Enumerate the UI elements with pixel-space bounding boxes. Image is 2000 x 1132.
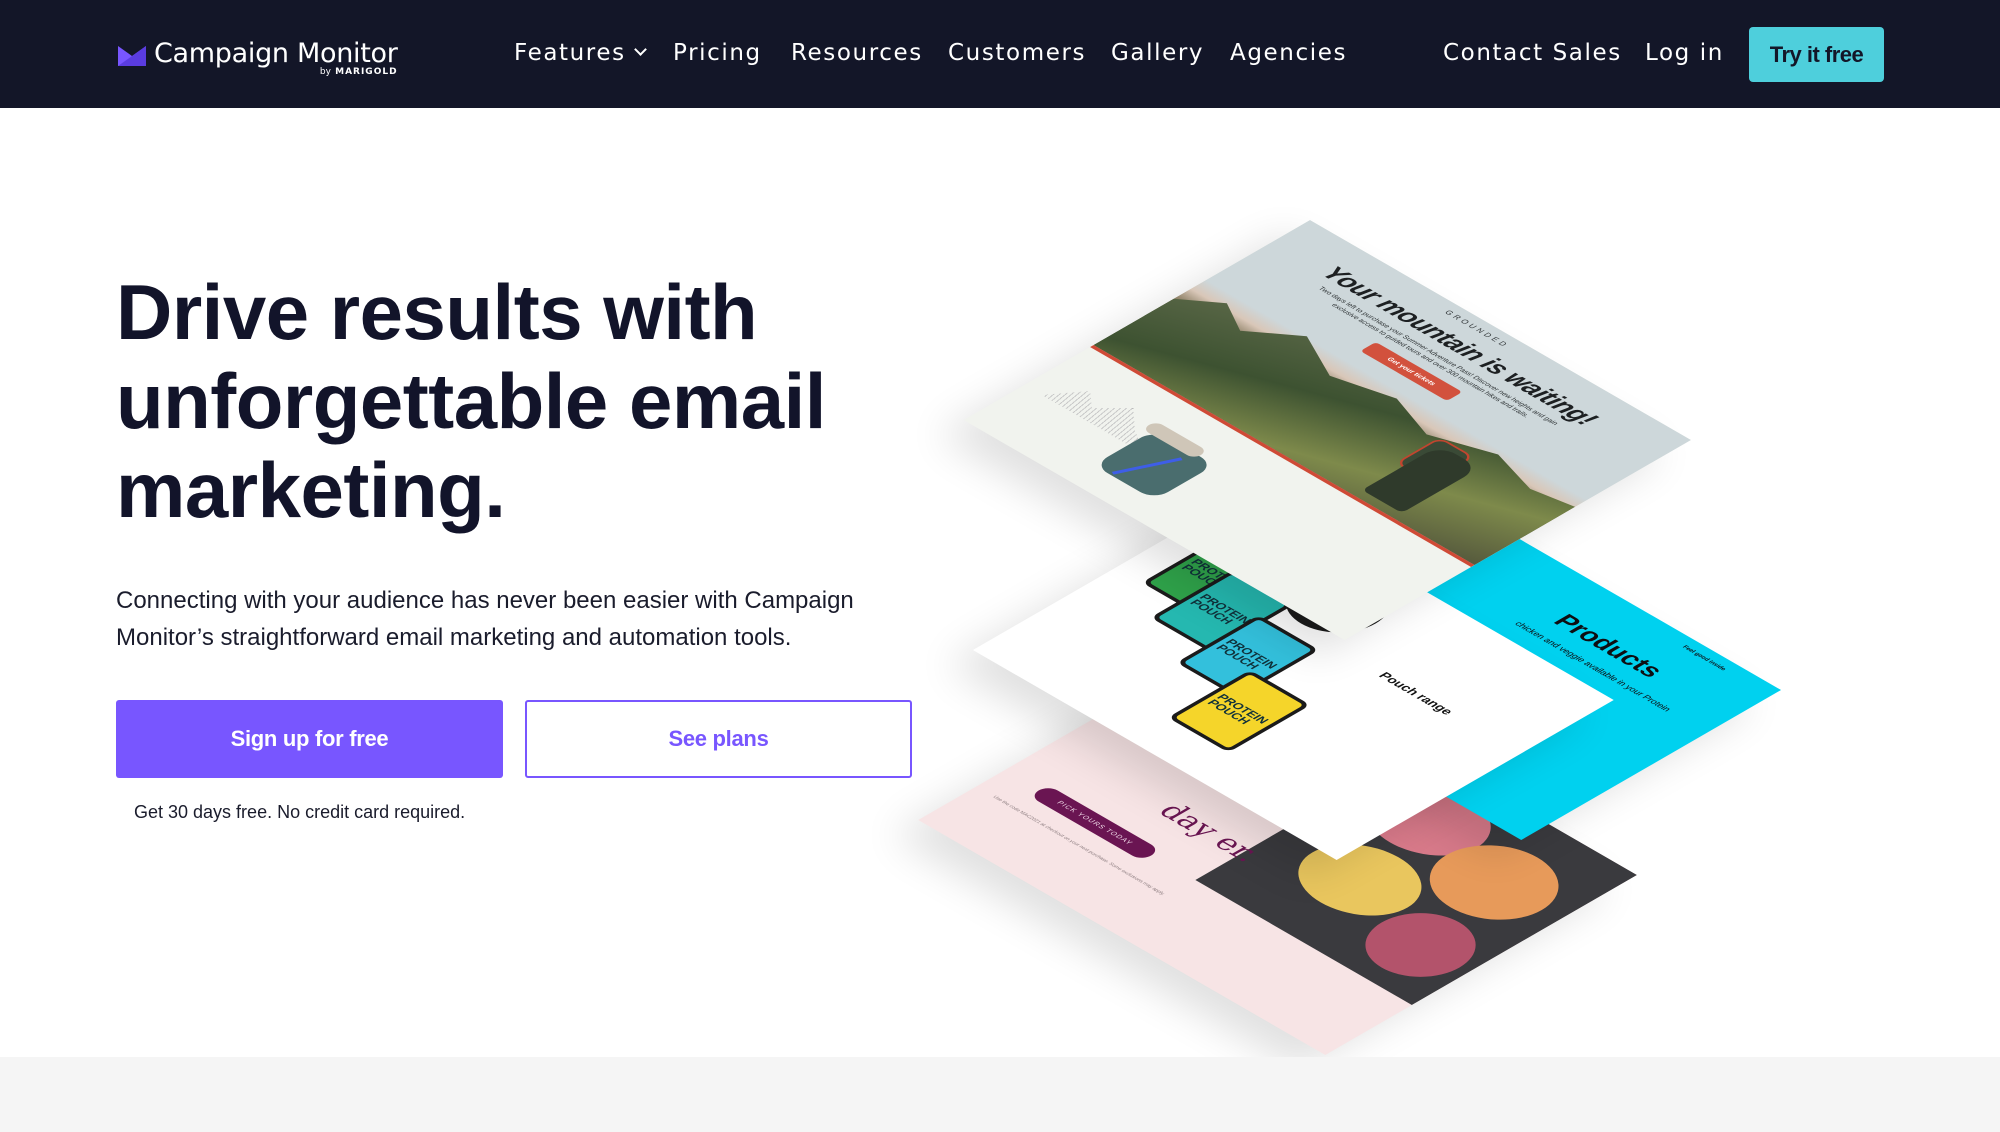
- nav-pricing[interactable]: Pricing: [673, 38, 762, 68]
- envelope-flag-icon: [118, 46, 146, 66]
- products-tag: Feel good inside: [1680, 644, 1727, 672]
- pick-yours-button: PICK YOURS TODAY: [1029, 784, 1161, 861]
- sign-up-button[interactable]: Sign up for free: [116, 700, 503, 778]
- brand-parent: by MARIGOLD: [319, 67, 398, 77]
- nav-agencies[interactable]: Agencies: [1230, 38, 1347, 68]
- hero-title: Drive results with unforgettable email m…: [116, 268, 826, 534]
- pouch-range-heading: Pouch range: [1375, 669, 1457, 717]
- try-it-free-button[interactable]: Try it free: [1749, 27, 1884, 82]
- see-plans-button[interactable]: See plans: [525, 700, 912, 778]
- backpack-image: [1093, 420, 1215, 500]
- nav-contact-sales[interactable]: Contact Sales: [1443, 38, 1622, 68]
- brand-name: Campaign Monitor: [154, 38, 398, 69]
- nav-resources[interactable]: Resources: [791, 38, 923, 68]
- email-templates-illustration: day er. PICK YOURS TODAY Use the code MA…: [918, 220, 2000, 1055]
- brand-logo[interactable]: Campaign Monitor by MARIGOLD: [118, 38, 398, 80]
- top-navbar: Campaign Monitor by MARIGOLD Features Pr…: [0, 0, 2000, 108]
- nav-features[interactable]: Features: [514, 38, 647, 68]
- nav-customers[interactable]: Customers: [948, 38, 1086, 68]
- brand-wordmark: Campaign Monitor by MARIGOLD: [154, 38, 398, 77]
- hero-subtitle: Connecting with your audience has never …: [116, 587, 854, 651]
- trial-note: Get 30 days free. No credit card require…: [134, 802, 466, 822]
- nav-login[interactable]: Log in: [1645, 38, 1724, 68]
- nav-gallery[interactable]: Gallery: [1111, 38, 1204, 68]
- yellow-pouch-small: PROTEIN POUCH: [1167, 669, 1311, 753]
- next-section-band: [0, 1057, 2000, 1132]
- chevron-down-icon: [633, 43, 647, 56]
